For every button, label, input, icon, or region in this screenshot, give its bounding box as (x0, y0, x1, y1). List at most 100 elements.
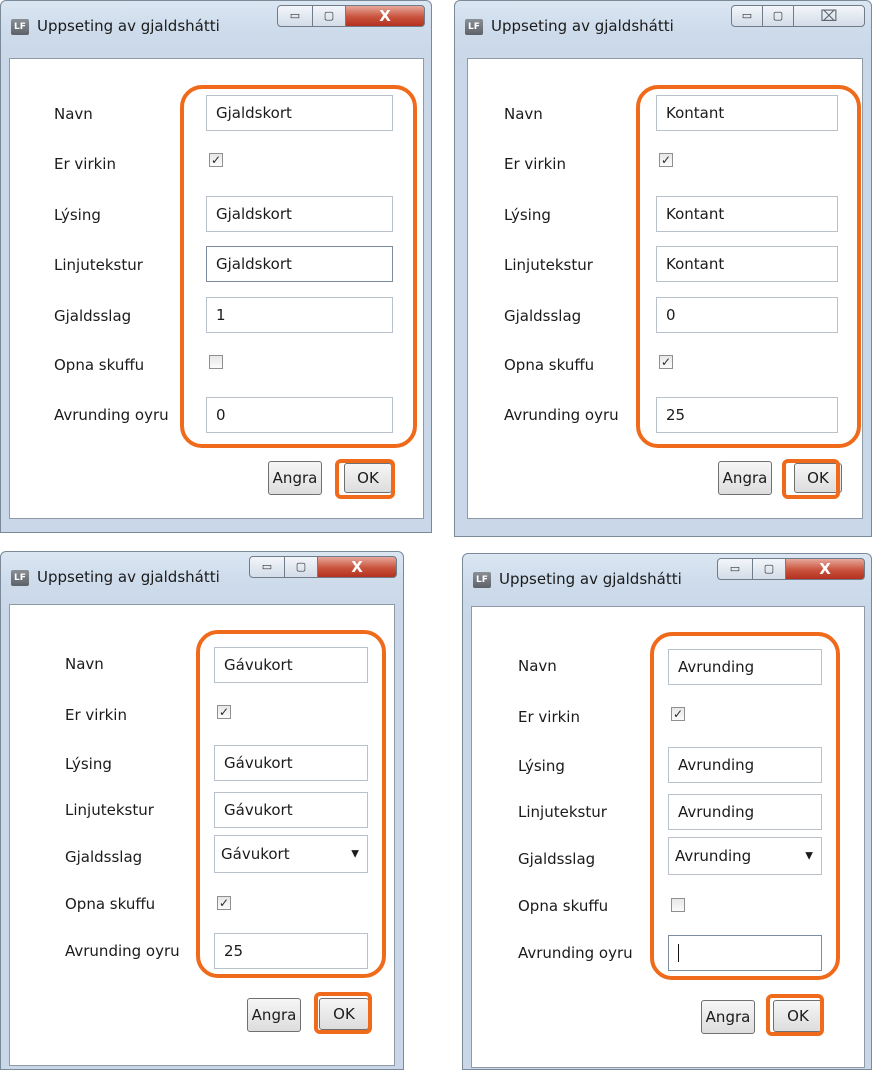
opna-skuffu-checkbox[interactable]: ✓ (659, 355, 673, 369)
label-gjaldsslag: Gjaldsslag (54, 307, 132, 325)
avrunding-oyru-input[interactable]: 25 (656, 397, 838, 433)
close-button[interactable]: ⌧ (793, 5, 865, 27)
close-button[interactable]: X (785, 558, 865, 580)
label-er-virkin: Er virkin (54, 155, 116, 173)
title-bar[interactable]: LF Uppseting av gjaldshátti ▭ ▢ X (1, 1, 431, 41)
label-navn: Navn (504, 105, 543, 123)
label-navn: Navn (518, 657, 557, 675)
navn-input[interactable]: Gávukort (214, 647, 368, 683)
minimize-button[interactable]: ▭ (277, 5, 313, 27)
er-virkin-checkbox[interactable]: ✓ (671, 707, 685, 721)
gjaldsslag-selected-value: Avrunding (675, 847, 752, 865)
app-icon: LF (473, 572, 491, 588)
window-title: Uppseting av gjaldshátti (491, 17, 674, 35)
lysing-input[interactable]: Kontant (656, 196, 838, 232)
opna-skuffu-checkbox[interactable] (671, 898, 685, 912)
linjutekstur-input[interactable]: Avrunding (668, 794, 822, 830)
title-bar[interactable]: LF Uppseting av gjaldshátti ▭ ▢ X (1, 552, 403, 592)
app-icon: LF (11, 19, 29, 35)
minimize-button[interactable]: ▭ (717, 558, 753, 580)
ok-button[interactable]: OK (344, 463, 392, 493)
gjaldsslag-input[interactable]: 1 (206, 297, 393, 333)
navn-input[interactable]: Avrunding (668, 649, 822, 685)
lysing-input[interactable]: Gávukort (214, 745, 368, 781)
opna-skuffu-checkbox[interactable] (209, 355, 223, 369)
window-title: Uppseting av gjaldshátti (37, 17, 220, 35)
close-button[interactable]: X (317, 556, 397, 578)
minimize-button[interactable]: ▭ (249, 556, 285, 578)
cancel-button[interactable]: Angra (701, 1000, 755, 1034)
caption-buttons: ▭ ▢ X (249, 556, 397, 580)
dialog-client-area: Navn Avrunding Er virkin ✓ Lýsing Avrund… (471, 606, 865, 1068)
linjutekstur-input[interactable]: Gávukort (214, 792, 368, 828)
chevron-down-icon: ▼ (351, 848, 359, 860)
cancel-button[interactable]: Angra (718, 461, 772, 495)
maximize-button[interactable]: ▢ (762, 5, 794, 27)
gjaldsslag-input[interactable]: 0 (656, 297, 838, 333)
label-linjutekstur: Linjutekstur (518, 803, 607, 821)
label-lysing: Lýsing (504, 206, 551, 224)
dialog-window: LF Uppseting av gjaldshátti ▭ ▢ X Navn G… (0, 0, 432, 533)
maximize-button[interactable]: ▢ (752, 558, 786, 580)
dialog-client-area: Navn Gávukort Er virkin ✓ Lýsing Gávukor… (9, 604, 395, 1066)
lysing-input[interactable]: Avrunding (668, 747, 822, 783)
title-bar[interactable]: LF Uppseting av gjaldshátti ▭ ▢ X (463, 554, 871, 594)
minimize-button[interactable]: ▭ (731, 5, 763, 27)
label-er-virkin: Er virkin (518, 708, 580, 726)
label-linjutekstur: Linjutekstur (65, 801, 154, 819)
er-virkin-checkbox[interactable]: ✓ (209, 153, 223, 167)
er-virkin-checkbox[interactable]: ✓ (217, 705, 231, 719)
linjutekstur-input[interactable]: Kontant (656, 246, 838, 282)
app-icon: LF (11, 570, 29, 586)
gjaldsslag-dropdown[interactable]: Gávukort ▼ (214, 835, 368, 873)
dialog-client-area: Navn Kontant Er virkin ✓ Lýsing Kontant … (467, 58, 863, 519)
title-bar[interactable]: LF Uppseting av gjaldshátti ▭ ▢ ⌧ (455, 1, 871, 41)
close-button[interactable]: X (345, 5, 425, 27)
dialog-client-area: Navn Gjaldskort Er virkin ✓ Lýsing Gjald… (9, 58, 424, 519)
label-gjaldsslag: Gjaldsslag (518, 850, 596, 868)
chevron-down-icon: ▼ (805, 850, 813, 862)
maximize-button[interactable]: ▢ (284, 556, 318, 578)
dialog-window: LF Uppseting av gjaldshátti ▭ ▢ ⌧ Navn K… (454, 0, 872, 537)
window-title: Uppseting av gjaldshátti (37, 568, 220, 586)
navn-input[interactable]: Kontant (656, 95, 838, 131)
linjutekstur-input[interactable]: Gjaldskort (206, 246, 393, 282)
gjaldsslag-dropdown[interactable]: Avrunding ▼ (668, 837, 822, 875)
label-lysing: Lýsing (518, 757, 565, 775)
avrunding-oyru-input[interactable]: 25 (214, 933, 368, 969)
label-linjutekstur: Linjutekstur (504, 256, 593, 274)
label-lysing: Lýsing (65, 755, 112, 773)
caption-buttons: ▭ ▢ X (717, 558, 865, 582)
label-gjaldsslag: Gjaldsslag (504, 307, 582, 325)
label-avrunding-oyru: Avrunding oyru (518, 944, 633, 962)
label-opna-skuffu: Opna skuffu (54, 356, 145, 374)
label-er-virkin: Er virkin (504, 155, 566, 173)
cancel-button[interactable]: Angra (268, 461, 322, 495)
label-opna-skuffu: Opna skuffu (518, 897, 609, 915)
label-opna-skuffu: Opna skuffu (65, 895, 156, 913)
label-opna-skuffu: Opna skuffu (504, 356, 595, 374)
label-navn: Navn (54, 105, 93, 123)
label-avrunding-oyru: Avrunding oyru (65, 942, 180, 960)
avrunding-oyru-input[interactable]: 0 (206, 397, 393, 433)
navn-input[interactable]: Gjaldskort (206, 95, 393, 131)
cancel-button[interactable]: Angra (247, 998, 301, 1032)
window-title: Uppseting av gjaldshátti (499, 570, 682, 588)
caption-buttons: ▭ ▢ X (277, 5, 425, 29)
app-icon: LF (465, 19, 483, 35)
ok-button[interactable]: OK (319, 998, 369, 1030)
text-cursor (678, 944, 679, 962)
label-linjutekstur: Linjutekstur (54, 256, 143, 274)
er-virkin-checkbox[interactable]: ✓ (659, 153, 673, 167)
maximize-button[interactable]: ▢ (312, 5, 346, 27)
caption-buttons: ▭ ▢ ⌧ (731, 5, 865, 29)
label-lysing: Lýsing (54, 206, 101, 224)
avrunding-oyru-input[interactable] (668, 935, 822, 971)
label-navn: Navn (65, 655, 104, 673)
dialog-window: LF Uppseting av gjaldshátti ▭ ▢ X Navn G… (0, 551, 404, 1070)
ok-button[interactable]: OK (794, 463, 842, 493)
lysing-input[interactable]: Gjaldskort (206, 196, 393, 232)
opna-skuffu-checkbox[interactable]: ✓ (217, 896, 231, 910)
dialog-window: LF Uppseting av gjaldshátti ▭ ▢ X Navn A… (462, 553, 872, 1070)
ok-button[interactable]: OK (773, 1000, 823, 1032)
